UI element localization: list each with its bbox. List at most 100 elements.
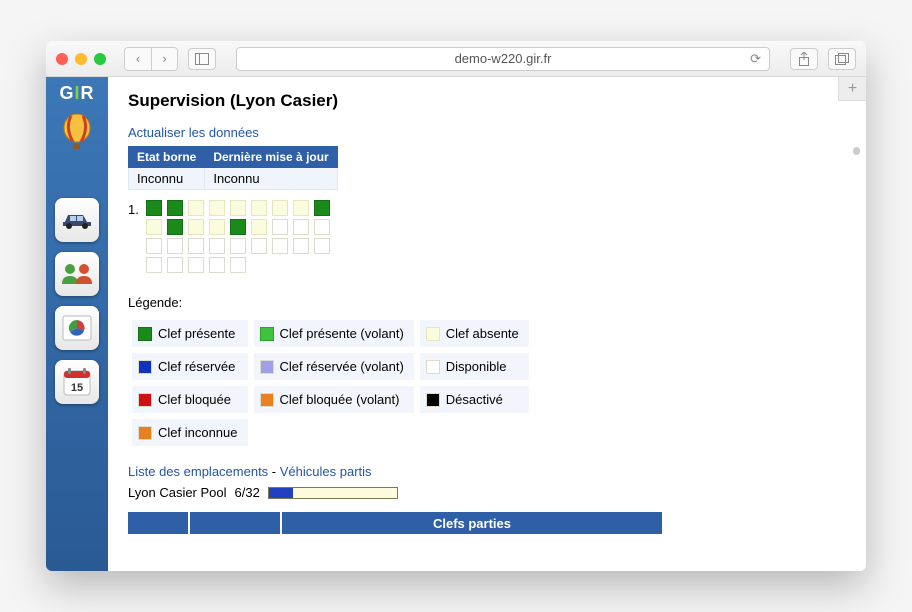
slot-white[interactable] <box>188 257 204 273</box>
slot-ivory[interactable] <box>251 219 267 235</box>
slot-ivory[interactable] <box>188 200 204 216</box>
reload-icon[interactable]: ⟳ <box>750 51 761 67</box>
slot-white[interactable] <box>272 238 288 254</box>
state-header-update: Dernière mise à jour <box>205 147 337 168</box>
minimize-icon[interactable] <box>75 53 87 65</box>
traffic-lights <box>56 53 106 65</box>
slot-white[interactable] <box>314 219 330 235</box>
app-logo[interactable]: GIR <box>59 83 94 104</box>
state-table: Etat borne Dernière mise à jour Inconnu … <box>128 146 338 190</box>
slot-ivory[interactable] <box>251 200 267 216</box>
slot-green[interactable] <box>146 200 162 216</box>
slot-white[interactable] <box>146 238 162 254</box>
slot-white[interactable] <box>230 257 246 273</box>
scrollbar[interactable] <box>853 147 860 155</box>
swatch-red <box>138 393 152 407</box>
state-value-borne: Inconnu <box>129 168 205 190</box>
tabs-icon <box>835 53 849 65</box>
slot-white[interactable] <box>167 257 183 273</box>
legend-item: Clef réservée (volant) <box>252 351 416 382</box>
swatch-ivory <box>426 327 440 341</box>
tabs-button[interactable] <box>828 48 856 70</box>
state-header-borne: Etat borne <box>129 147 205 168</box>
zoom-icon[interactable] <box>94 53 106 65</box>
nav-buttons: ‹ › <box>124 47 178 71</box>
panel-icon <box>195 53 209 65</box>
slot-green[interactable] <box>314 200 330 216</box>
legend-item: Clef inconnue <box>130 417 250 448</box>
swatch-black <box>426 393 440 407</box>
legend-item: Clef bloquée (volant) <box>252 384 416 415</box>
slot-green[interactable] <box>230 219 246 235</box>
slot-white[interactable] <box>293 219 309 235</box>
slot-ivory[interactable] <box>209 219 225 235</box>
sidebar-toggle-button[interactable] <box>188 48 216 70</box>
slot-ivory[interactable] <box>188 219 204 235</box>
swatch-orange <box>138 426 152 440</box>
grid-row-label: 1. <box>128 200 146 217</box>
slot-ivory[interactable] <box>209 200 225 216</box>
swatch-white <box>426 360 440 374</box>
pool-name: Lyon Casier Pool <box>128 485 227 500</box>
slot-white[interactable] <box>209 257 225 273</box>
swatch-green <box>138 327 152 341</box>
slot-green[interactable] <box>167 200 183 216</box>
refresh-link[interactable]: Actualiser les données <box>128 125 259 140</box>
bottom-header-row: Clefs parties <box>128 512 846 534</box>
calendar-icon[interactable]: 15 <box>55 360 99 404</box>
titlebar: ‹ › demo-w220.gir.fr ⟳ <box>46 41 866 77</box>
users-icon[interactable] <box>55 252 99 296</box>
slot-white[interactable] <box>146 257 162 273</box>
url-text: demo-w220.gir.fr <box>455 51 552 66</box>
swatch-lilac <box>260 360 274 374</box>
address-bar[interactable]: demo-w220.gir.fr ⟳ <box>236 47 770 71</box>
legend-item: Clef bloquée <box>130 384 250 415</box>
legend-label: Clef inconnue <box>158 425 238 440</box>
pool-count: 6/32 <box>235 485 260 500</box>
slot-green[interactable] <box>167 219 183 235</box>
legend-label: Clef réservée (volant) <box>280 359 404 374</box>
slot-white[interactable] <box>188 238 204 254</box>
legend-label: Clef réservée <box>158 359 235 374</box>
balloon-icon[interactable] <box>55 114 99 158</box>
legend-label: Disponible <box>446 359 507 374</box>
swatch-blue <box>138 360 152 374</box>
slot-white[interactable] <box>230 238 246 254</box>
slot-white[interactable] <box>209 238 225 254</box>
legend-item: Désactivé <box>418 384 531 415</box>
share-button[interactable] <box>790 48 818 70</box>
forward-button[interactable]: › <box>151 48 177 70</box>
slot-ivory[interactable] <box>146 219 162 235</box>
pool-fill <box>269 488 293 498</box>
legend-label: Clef présente <box>158 326 235 341</box>
reports-icon[interactable] <box>55 306 99 350</box>
close-icon[interactable] <box>56 53 68 65</box>
bottom-col-1 <box>128 512 188 534</box>
slot-white[interactable] <box>272 219 288 235</box>
legend-label: Désactivé <box>446 392 503 407</box>
state-value-update: Inconnu <box>205 168 337 190</box>
legend-label: Clef absente <box>446 326 519 341</box>
slot-grid <box>146 200 332 273</box>
slot-ivory[interactable] <box>230 200 246 216</box>
pool-bar <box>268 487 398 499</box>
departed-vehicles-link[interactable]: Véhicules partis <box>280 464 372 479</box>
slot-ivory[interactable] <box>293 200 309 216</box>
slot-white[interactable] <box>251 238 267 254</box>
slot-white[interactable] <box>293 238 309 254</box>
legend-title: Légende: <box>128 295 846 310</box>
vehicles-icon[interactable] <box>55 198 99 242</box>
legend-label: Clef présente (volant) <box>280 326 404 341</box>
locations-link[interactable]: Liste des emplacements <box>128 464 268 479</box>
sidebar: GIR 15 <box>46 77 108 571</box>
slot-white[interactable] <box>167 238 183 254</box>
pool-row: Lyon Casier Pool 6/32 <box>128 485 846 500</box>
main-content: Supervision (Lyon Casier) Actualiser les… <box>108 77 866 571</box>
swatch-lightgreen <box>260 327 274 341</box>
page-title: Supervision (Lyon Casier) <box>128 91 846 111</box>
slot-white[interactable] <box>314 238 330 254</box>
legend-item: Clef présente <box>130 318 250 349</box>
back-button[interactable]: ‹ <box>125 48 151 70</box>
share-icon <box>798 52 810 66</box>
slot-ivory[interactable] <box>272 200 288 216</box>
